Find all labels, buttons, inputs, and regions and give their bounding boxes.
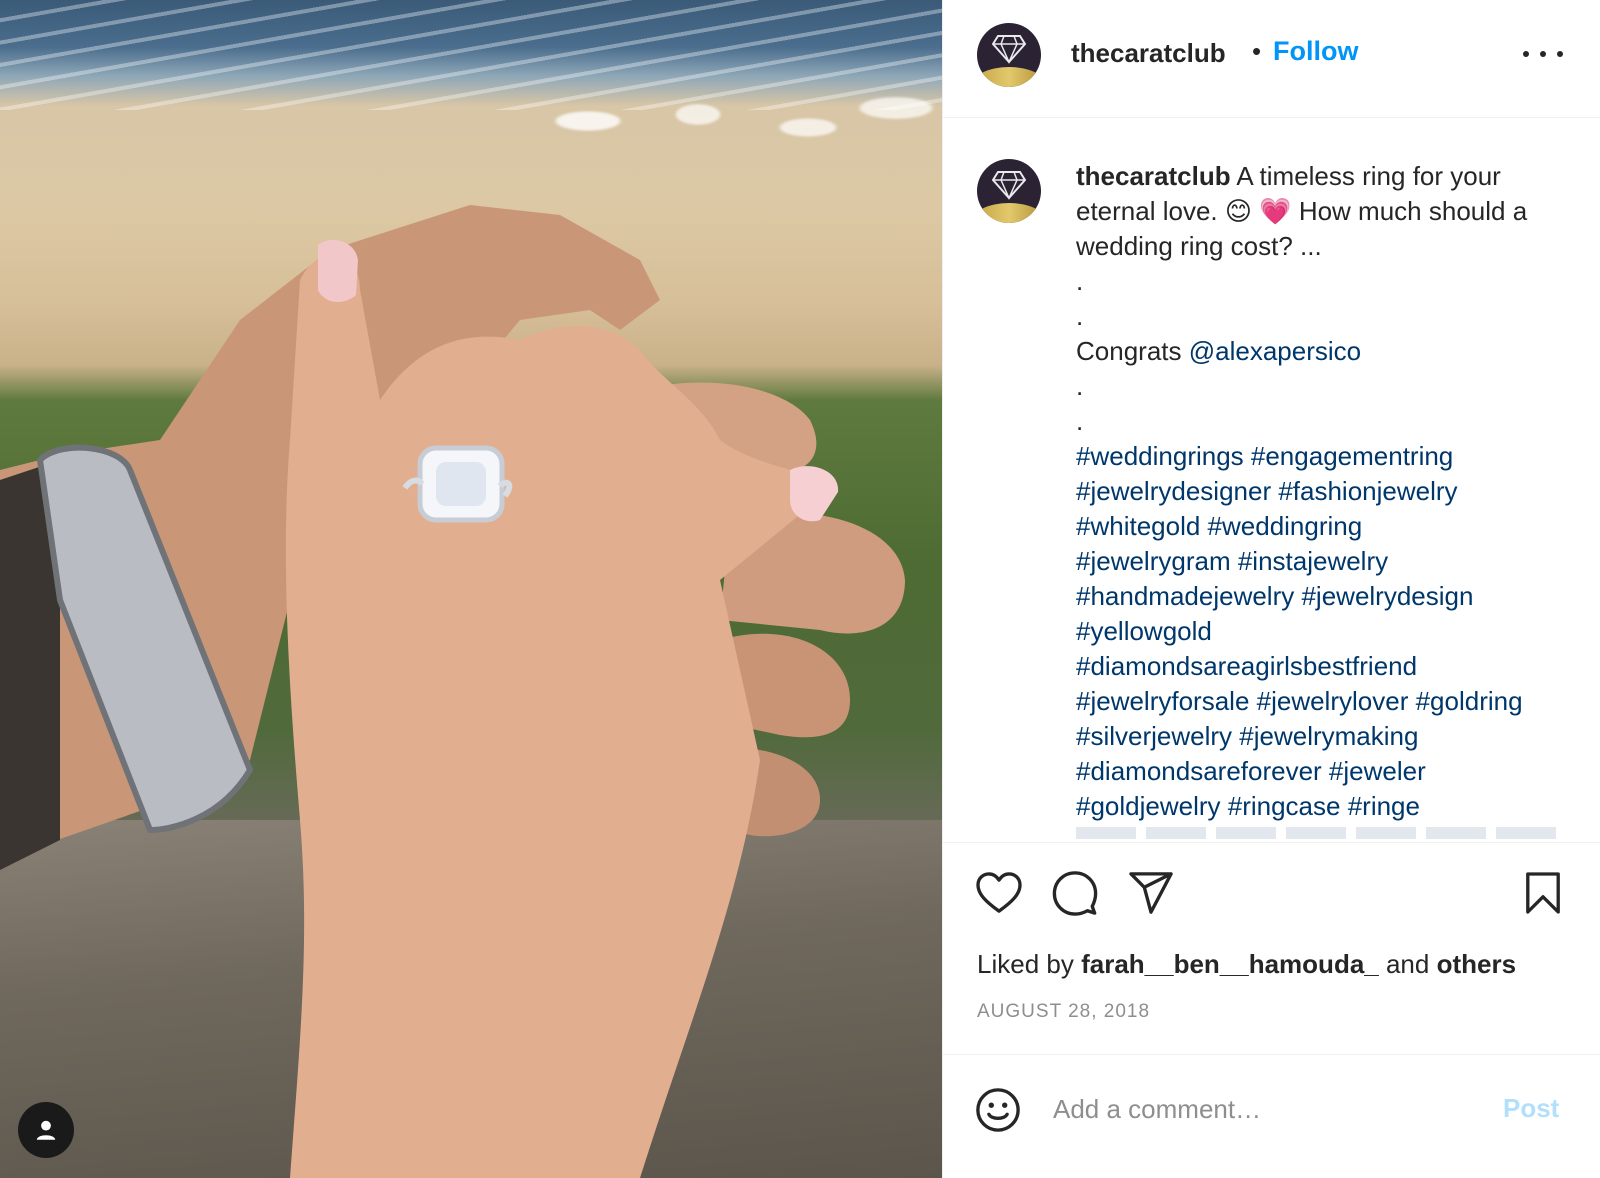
follow-button[interactable]: Follow	[1273, 36, 1358, 67]
paper-plane-icon	[1129, 872, 1173, 914]
liked-by-others[interactable]: others	[1437, 949, 1516, 979]
heart-icon	[976, 872, 1022, 913]
user-tag-button[interactable]	[18, 1102, 74, 1158]
smiley-icon	[976, 1088, 1020, 1132]
hashtag-line[interactable]: #silverjewelry #jewelrymaking	[1076, 719, 1576, 754]
caption-dot: .	[1076, 371, 1084, 401]
bookmark-icon	[1526, 872, 1560, 914]
liked-by-user[interactable]: farah__ben__hamouda_	[1081, 949, 1379, 979]
caption-area[interactable]: thecaratclub A timeless ring for your et…	[943, 119, 1600, 839]
post-actions: Liked by farah__ben__hamouda_ and others…	[943, 842, 1600, 1054]
header-separator: •	[1252, 36, 1262, 66]
share-button[interactable]	[1127, 869, 1175, 917]
post-date[interactable]: AUGUST 28, 2018	[977, 1001, 1150, 1023]
user-tag-icon	[36, 1120, 56, 1140]
liked-by-prefix: Liked by	[977, 949, 1082, 979]
instagram-post: thecaratclub • Follow thecaratclub A tim…	[0, 0, 1600, 1178]
comment-button[interactable]	[1051, 869, 1099, 917]
add-comment-area: Post	[943, 1054, 1600, 1178]
like-button[interactable]	[975, 869, 1023, 917]
post-header: thecaratclub • Follow	[943, 0, 1600, 118]
caption-overflow-fade	[1076, 827, 1566, 839]
liked-by-and: and	[1378, 949, 1437, 979]
congrats-text: Congrats	[1076, 336, 1189, 366]
more-options-button[interactable]	[1523, 36, 1563, 72]
hashtag-line[interactable]: #goldjewelry #ringcase #ringe	[1076, 789, 1576, 824]
hashtag-line[interactable]: #jewelrygram #instajewelry	[1076, 544, 1576, 579]
caption-username[interactable]: thecaratclub	[1076, 161, 1231, 191]
smiling-face-emoji: 😊	[1224, 196, 1252, 226]
caption-dot: .	[1076, 266, 1084, 296]
caption-dot: .	[1076, 406, 1084, 436]
hashtag-line[interactable]: #diamondsareforever #jeweler	[1076, 754, 1576, 789]
hashtag-line[interactable]: #jewelrydesigner #fashionjewelry	[1076, 474, 1576, 509]
photo-holding-hands	[0, 205, 905, 1178]
hashtag-line[interactable]: #weddingrings #engagementring	[1076, 439, 1576, 474]
hashtag-line[interactable]: #jewelryforsale #jewelrylover #goldring	[1076, 684, 1576, 719]
save-button[interactable]	[1519, 869, 1567, 917]
liked-by: Liked by farah__ben__hamouda_ and others	[977, 949, 1516, 980]
diamond-logo-icon	[992, 35, 1026, 64]
caption-first-paragraph: thecaratclub A timeless ring for your et…	[1076, 159, 1576, 264]
caption-avatar[interactable]	[977, 159, 1041, 223]
post-comment-button[interactable]: Post	[1503, 1093, 1559, 1124]
header-username[interactable]: thecaratclub	[1071, 38, 1226, 69]
hashtag-line[interactable]: #diamondsareagirlsbestfriend	[1076, 649, 1576, 684]
pink-heart-emoji: 💗	[1259, 196, 1292, 226]
avatar[interactable]	[977, 23, 1041, 87]
hashtag-line[interactable]: #whitegold #weddingring	[1076, 509, 1576, 544]
post-caption: thecaratclub A timeless ring for your et…	[1076, 159, 1576, 824]
mention-link[interactable]: @alexapersico	[1189, 336, 1361, 366]
post-photo[interactable]	[0, 0, 942, 1178]
caption-dot: .	[1076, 301, 1084, 331]
diamond-logo-icon	[992, 171, 1026, 200]
emoji-button[interactable]	[973, 1085, 1023, 1135]
hashtag-line[interactable]: #yellowgold	[1076, 614, 1576, 649]
post-sidebar: thecaratclub • Follow thecaratclub A tim…	[942, 0, 1600, 1178]
more-horizontal-icon	[1557, 51, 1563, 57]
hashtag-line[interactable]: #handmadejewelry #jewelrydesign	[1076, 579, 1576, 614]
caption-congrats-line: Congrats @alexapersico	[1076, 334, 1576, 369]
more-horizontal-icon	[1523, 51, 1529, 57]
comment-icon	[1052, 871, 1098, 916]
comment-input[interactable]	[1053, 1089, 1473, 1129]
more-horizontal-icon	[1540, 51, 1546, 57]
